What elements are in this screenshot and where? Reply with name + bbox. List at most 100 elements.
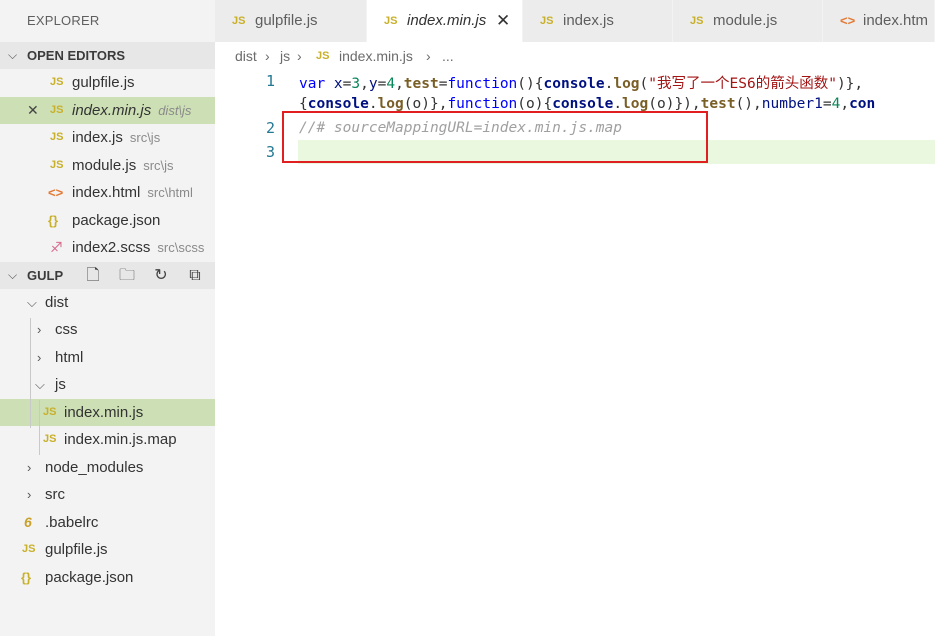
file-name: index2.scss xyxy=(72,239,151,256)
breadcrumb-item[interactable]: ... xyxy=(442,42,454,70)
open-editor-item[interactable]: <> index.html src\html xyxy=(0,179,215,207)
tree-folder[interactable]: ⌵ js xyxy=(0,371,215,399)
breadcrumb-item[interactable]: index.min.js xyxy=(339,42,413,70)
html-file-icon: <> xyxy=(840,13,856,28)
file-name: index.html xyxy=(72,184,141,201)
file-name: index.min.js xyxy=(64,403,144,421)
tab-label: index.min.js xyxy=(407,12,487,29)
folder-name: src xyxy=(45,486,65,503)
chevron-right-icon: › xyxy=(37,349,42,365)
file-name: index.min.js xyxy=(72,101,152,119)
js-file-icon: JS xyxy=(232,15,246,27)
file-name: module.js xyxy=(72,156,137,174)
js-file-icon: JS xyxy=(50,76,64,88)
indent-guide xyxy=(39,400,40,455)
json-file-icon: {} xyxy=(48,212,59,228)
explorer-title: EXPLORER xyxy=(27,13,100,28)
chevron-down-icon: ⌵ xyxy=(27,294,37,310)
code-line-1: var x=3,y=4,test=function(){console.log(… xyxy=(299,76,864,92)
js-file-icon: JS xyxy=(50,158,64,171)
file-path: src\js xyxy=(129,130,161,145)
code-line-1-wrap: {console.log(o)},function(o){console.log… xyxy=(299,96,876,112)
open-editors-header[interactable]: ⌵ OPEN EDITORS xyxy=(0,42,215,69)
tab-module-js[interactable]: JS module.js xyxy=(673,0,823,42)
code-line-2: //# sourceMappingURL=index.min.js.map xyxy=(299,120,623,136)
js-file-icon: JS xyxy=(43,405,57,418)
folder-name: js xyxy=(55,376,66,393)
breadcrumb-separator-icon: › xyxy=(265,48,270,64)
open-editor-item-active[interactable]: ✕ JS index.min.js dist\js xyxy=(0,96,215,125)
close-icon[interactable]: ✕ xyxy=(496,0,510,42)
open-editor-item[interactable]: JS module.js src\js xyxy=(0,152,215,180)
breadcrumb-item[interactable]: dist xyxy=(235,42,257,70)
json-file-icon: {} xyxy=(21,569,32,585)
code-editor[interactable]: 1 2 3 var x=3,y=4,test=function(){consol… xyxy=(215,70,935,636)
file-path: src\scss xyxy=(157,240,205,255)
babel-file-icon: 6 xyxy=(24,513,32,530)
collapse-all-icon[interactable]: ⧉ xyxy=(184,262,206,289)
tree-folder[interactable]: › node_modules xyxy=(0,454,215,482)
folder-name: css xyxy=(55,321,78,338)
breadcrumb-item[interactable]: js xyxy=(280,42,290,70)
tab-label: index.js xyxy=(563,12,614,29)
file-path: dist\js xyxy=(158,102,192,118)
close-icon[interactable]: ✕ xyxy=(27,97,39,125)
editor-tabs: JS gulpfile.js JS index.min.js ✕ JS inde… xyxy=(215,0,935,42)
js-file-icon: JS xyxy=(540,15,554,27)
line-number: 1 xyxy=(265,72,275,90)
folder-name: node_modules xyxy=(45,458,144,476)
open-editor-item[interactable]: JS gulpfile.js xyxy=(0,69,215,97)
html-file-icon: <> xyxy=(48,185,64,200)
scss-file-icon: ♐ xyxy=(50,239,63,255)
js-file-icon: JS xyxy=(690,15,704,27)
tab-label: index.htm xyxy=(863,12,929,29)
tree-folder[interactable]: › css xyxy=(0,316,215,344)
line-number: 3 xyxy=(265,143,275,161)
tab-index-html[interactable]: <> index.htm xyxy=(823,0,935,42)
chevron-down-icon: ⌵ xyxy=(8,48,18,62)
tree-folder[interactable]: ⌵ dist xyxy=(0,289,215,317)
new-file-icon[interactable]: 🗋 xyxy=(82,262,104,289)
tree-folder[interactable]: › src xyxy=(0,481,215,509)
refresh-icon[interactable]: ↻ xyxy=(150,262,172,289)
tab-index-min-js[interactable]: JS index.min.js ✕ xyxy=(367,0,523,42)
project-label: GULP xyxy=(27,267,64,283)
tree-file[interactable]: 6 .babelrc xyxy=(0,509,215,537)
open-editors-label: OPEN EDITORS xyxy=(27,48,126,63)
open-editor-item[interactable]: {} package.json xyxy=(0,207,215,235)
open-editor-item[interactable]: ♐ index2.scss src\scss xyxy=(0,234,215,262)
line-number: 2 xyxy=(265,119,275,137)
file-path: src\html xyxy=(147,185,193,200)
indent-guide xyxy=(30,318,31,428)
breadcrumb: dist › js › JS index.min.js › ... xyxy=(215,42,935,70)
project-header[interactable]: ⌵ GULP 🗋 🗀 ↻ ⧉ xyxy=(0,261,215,289)
chevron-down-icon: ⌵ xyxy=(8,267,18,282)
tree-file-selected[interactable]: JS index.min.js xyxy=(0,398,215,426)
tree-file[interactable]: JS index.min.js.map xyxy=(0,426,215,454)
file-name: package.json xyxy=(72,211,161,229)
tab-gulpfile[interactable]: JS gulpfile.js xyxy=(215,0,367,42)
tab-label: module.js xyxy=(713,12,778,29)
file-name: gulpfile.js xyxy=(45,541,108,558)
tree-file[interactable]: JS gulpfile.js xyxy=(0,536,215,564)
tab-index-js[interactable]: JS index.js xyxy=(523,0,673,42)
tree-folder[interactable]: › html xyxy=(0,344,215,372)
file-path: src\js xyxy=(143,157,174,173)
new-folder-icon[interactable]: 🗀 xyxy=(116,262,138,289)
file-name: .babelrc xyxy=(45,513,99,531)
js-file-icon: JS xyxy=(384,15,398,27)
js-file-icon: JS xyxy=(50,131,64,143)
folder-name: html xyxy=(55,348,84,366)
chevron-right-icon: › xyxy=(37,322,42,337)
js-file-icon: JS xyxy=(43,433,57,445)
file-name: package.json xyxy=(45,568,134,586)
folder-name: dist xyxy=(45,293,69,311)
tab-label: gulpfile.js xyxy=(255,12,318,29)
file-name: gulpfile.js xyxy=(72,74,135,91)
file-name: index.min.js.map xyxy=(64,431,177,448)
open-editor-item[interactable]: JS index.js src\js xyxy=(0,124,215,152)
js-file-icon: JS xyxy=(50,103,64,116)
current-line-highlight xyxy=(298,140,935,164)
tree-file[interactable]: {} package.json xyxy=(0,564,215,592)
breadcrumb-separator-icon: › xyxy=(426,48,431,64)
